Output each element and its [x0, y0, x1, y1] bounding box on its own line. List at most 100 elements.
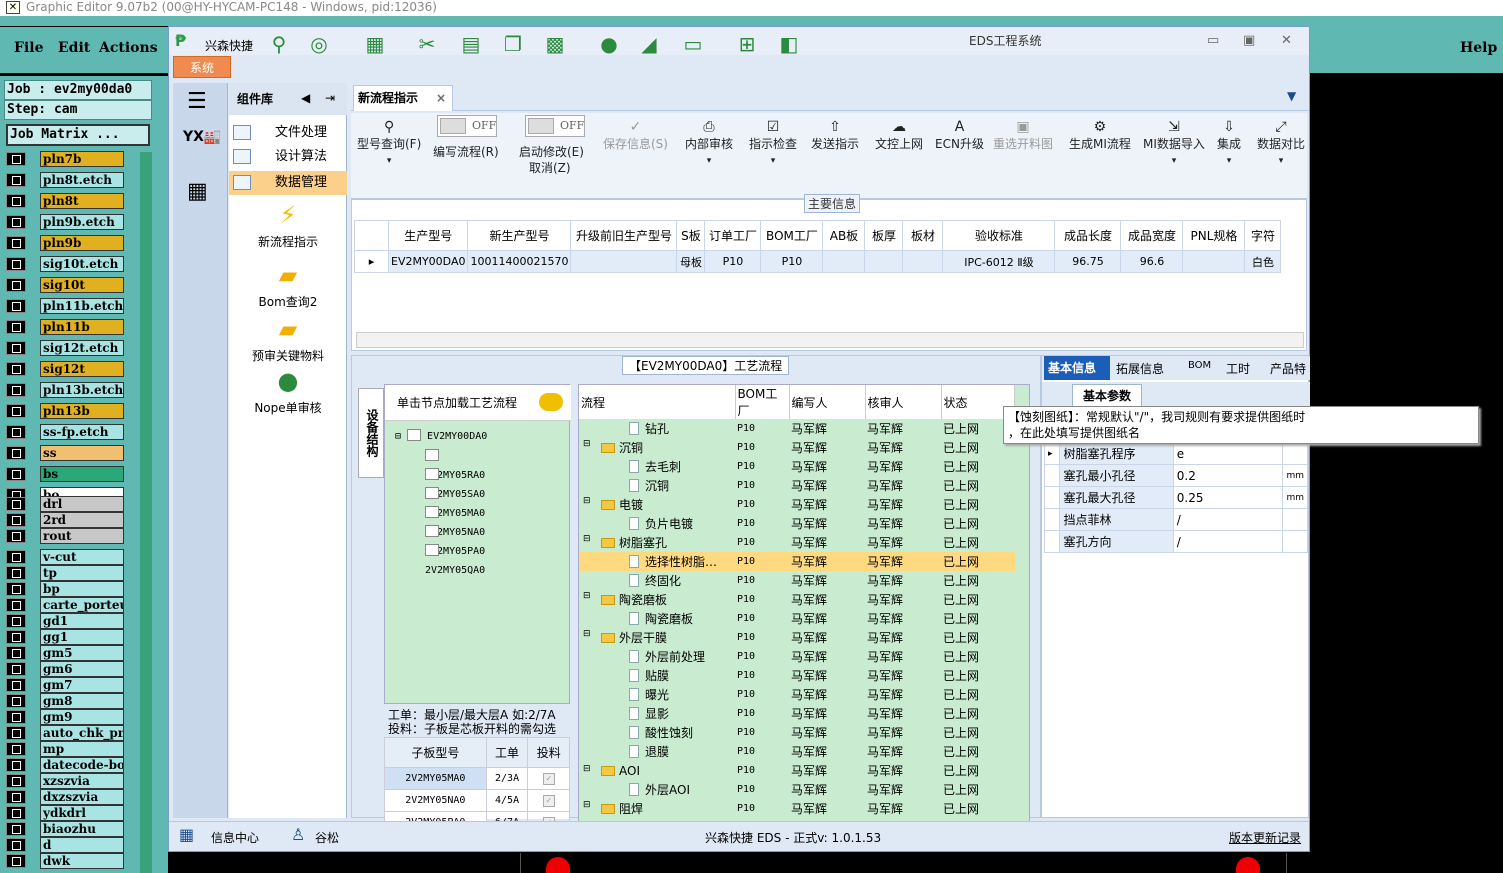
table-cell[interactable] — [902, 250, 944, 273]
tree-node[interactable]: 2V2MY05RA0 — [425, 447, 485, 481]
chart-icon[interactable]: ◢ — [637, 33, 661, 55]
col-header[interactable]: 生产型号 — [387, 220, 469, 251]
checkbox[interactable] — [425, 487, 439, 499]
layer-row[interactable]: pln11b.etch — [6, 297, 124, 315]
layer-checkbox[interactable] — [6, 529, 26, 543]
layer-row[interactable]: dwk — [6, 852, 124, 870]
menu-edit[interactable]: Edit — [58, 40, 90, 56]
calculator-icon[interactable]: ▦ — [187, 179, 208, 204]
layer-row[interactable]: sig10t — [6, 276, 124, 294]
changelog-link[interactable]: 版本更新记录 — [1229, 829, 1301, 846]
user-icon[interactable]: ● — [597, 33, 621, 55]
job-matrix-button[interactable]: Job Matrix ... — [6, 124, 150, 146]
chevron-down-icon[interactable]: ▼ — [1287, 89, 1296, 103]
mi-import-button[interactable]: ⇲ MI数据导入 ▾ — [1143, 119, 1205, 166]
table-cell[interactable]: P10 — [704, 250, 762, 273]
layer-row[interactable]: bs — [6, 465, 124, 483]
layer-checkbox[interactable] — [6, 467, 26, 481]
table-row[interactable]: ▸ EV2MY00DA0 10011400021570 母板 P10 P10 IPC-601… — [354, 250, 1282, 273]
cancel-button[interactable]: 取消(Z) — [529, 159, 571, 176]
checkbox[interactable] — [425, 525, 439, 537]
menu-actions[interactable]: Actions — [99, 40, 158, 56]
layer-checkbox[interactable] — [6, 152, 26, 166]
layer-checkbox[interactable] — [6, 446, 26, 460]
layer-checkbox[interactable] — [6, 425, 26, 439]
property-value[interactable]: 0.25 — [1172, 486, 1284, 509]
layer-row[interactable]: ss-fp.etch — [6, 423, 124, 441]
table-row[interactable]: 2V2MY05NA0 4/5A ✓ — [384, 789, 570, 812]
layer-checkbox[interactable] — [6, 838, 26, 852]
layer-checkbox[interactable] — [6, 678, 26, 692]
lifebuoy-icon[interactable]: ◎ — [307, 33, 331, 55]
compare-button[interactable]: ⤢ 数据对比 ▾ — [1257, 119, 1305, 166]
layer-checkbox[interactable] — [6, 710, 26, 724]
table-cell[interactable]: 96.75 — [1054, 250, 1122, 273]
table-row[interactable]: ⊟ 树脂塞孔 P10 马军辉 马军辉 已上网 — [579, 533, 1015, 552]
gen-mi-button[interactable]: ⚙ 生成MI流程 — [1069, 119, 1131, 152]
side-tab-structure[interactable]: 设备结构 — [358, 388, 384, 478]
layer-checkbox[interactable] — [6, 278, 26, 292]
monitor-icon[interactable]: ▭ — [681, 33, 705, 55]
layer-checkbox[interactable] — [6, 362, 26, 376]
layer-checkbox[interactable] — [6, 694, 26, 708]
table-row[interactable]: 沉铜 P10 马军辉 马军辉 已上网 — [579, 476, 1015, 495]
hamburger-icon[interactable]: ☰ — [187, 89, 207, 114]
table-row[interactable]: ⊟ 电镀 P10 马军辉 马军辉 已上网 — [579, 495, 1015, 514]
layer-checkbox[interactable] — [6, 742, 26, 756]
search-icon[interactable]: ⚲ — [267, 33, 291, 55]
internal-review-button[interactable]: ⎙ 内部审核 ▾ — [685, 119, 733, 166]
layer-checkbox[interactable] — [6, 497, 26, 511]
table-cell[interactable] — [822, 250, 866, 273]
table-row[interactable]: 贴膜 P10 马军辉 马军辉 已上网 — [579, 666, 1015, 685]
table-cell[interactable]: ✓ — [527, 789, 570, 812]
collapse-icon[interactable]: ⊟ — [583, 591, 591, 601]
menu-help[interactable]: Help — [1460, 40, 1497, 56]
check-icon[interactable]: ✓ — [542, 772, 555, 785]
grid-hscrollbar[interactable] — [356, 332, 1304, 348]
table-icon[interactable]: ▦ — [363, 33, 387, 55]
layer-checkbox[interactable] — [6, 341, 26, 355]
table-row[interactable]: 曝光 P10 马军辉 马军辉 已上网 — [579, 685, 1015, 704]
layer-row[interactable]: ss — [6, 444, 124, 462]
info-center-link[interactable]: 信息中心 — [211, 829, 259, 846]
layer-checkbox[interactable] — [6, 236, 26, 250]
col-header[interactable]: PNL规格 — [1182, 220, 1246, 251]
layer-checkbox[interactable] — [6, 257, 26, 271]
layer-checkbox[interactable] — [6, 630, 26, 644]
layer-checkbox[interactable] — [6, 758, 26, 772]
layer-checkbox[interactable] — [6, 646, 26, 660]
table-row[interactable]: 选择性树脂… P10 马军辉 马军辉 已上网 — [579, 552, 1015, 571]
layer-checkbox[interactable] — [6, 550, 26, 564]
reselect-button[interactable]: ▣ 重选开料图 — [993, 119, 1053, 152]
layer-checkbox[interactable] — [6, 215, 26, 229]
table-row[interactable]: 挡点菲林 / — [1043, 508, 1308, 531]
tab-basic-params[interactable]: 基本参数 — [1072, 384, 1142, 408]
check-button[interactable]: ☑ 指示检查 ▾ — [749, 119, 797, 166]
property-value[interactable]: / — [1172, 508, 1284, 531]
close-icon[interactable]: ✕ — [1281, 33, 1292, 48]
table-row[interactable]: ⊟ 陶瓷磨板 P10 马军辉 马军辉 已上网 — [579, 590, 1015, 609]
comp-item-data[interactable]: 数据管理 — [229, 171, 347, 195]
tree-node[interactable]: 2V2MY05QA0 — [425, 542, 485, 576]
layer-row[interactable]: pln13b — [6, 402, 124, 420]
layer-checkbox[interactable] — [6, 383, 26, 397]
collapse-icon[interactable]: ⊟ — [583, 629, 591, 639]
layer-row[interactable]: pln7b — [6, 150, 124, 168]
layer-checkbox[interactable] — [6, 822, 26, 836]
grid-icon[interactable]: ▩ — [543, 33, 567, 55]
tree-node[interactable]: 2V2MY05MA0 — [425, 485, 485, 519]
table-row[interactable]: ⊟ 阻焊 P10 马军辉 马军辉 已上网 — [579, 799, 1015, 818]
integrate-button[interactable]: ⇩ 集成 ▾ — [1217, 119, 1241, 166]
layer-row[interactable]: pln8t — [6, 192, 124, 210]
layer-checkbox[interactable] — [6, 598, 26, 612]
checkbox[interactable] — [425, 544, 439, 556]
layer-row[interactable]: pln13b.etch — [6, 381, 124, 399]
layer-checkbox[interactable] — [6, 662, 26, 676]
comp-item-file[interactable]: 文件处理 — [229, 121, 347, 145]
quick-material[interactable]: ▰ 预审关键物料 — [229, 315, 347, 364]
layer-scrollbar[interactable] — [140, 152, 152, 873]
tab-new-process[interactable]: 新流程指示 × — [353, 85, 453, 111]
table-cell[interactable] — [570, 250, 678, 273]
layer-row[interactable]: rout — [6, 527, 124, 545]
table-row[interactable]: 塞孔方向 / — [1043, 530, 1308, 553]
